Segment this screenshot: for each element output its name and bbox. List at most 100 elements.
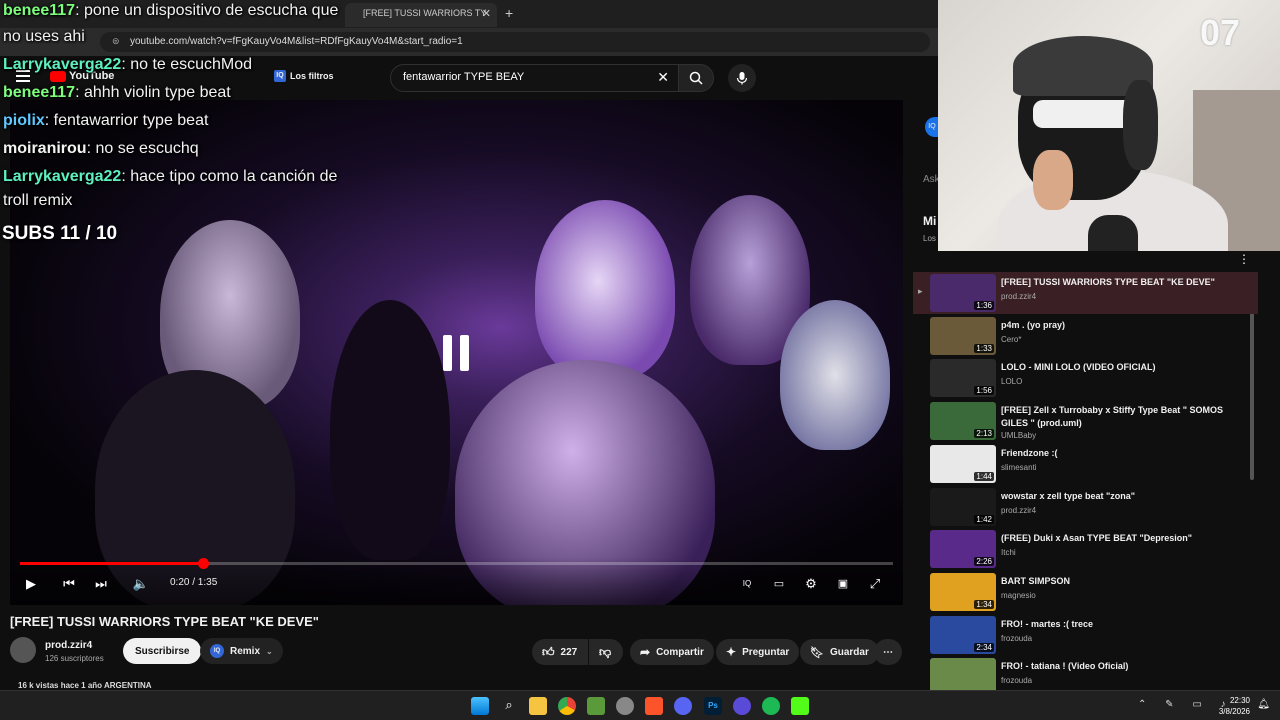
- playlist-thumbnail[interactable]: 1:42: [930, 487, 996, 526]
- playlist-item[interactable]: 2:13 [FREE] Zell x Turrobaby x Stiffy Typ…: [913, 400, 1258, 442]
- webcam-hand: [1033, 150, 1073, 210]
- more-actions-button[interactable]: ⋯: [874, 639, 902, 665]
- progress-fill: [20, 562, 204, 565]
- photoshop-icon[interactable]: Ps: [704, 697, 722, 715]
- playlist-item[interactable]: 2:34 FRO! - martes :( trece frozouda: [913, 614, 1258, 656]
- pause-overlay-icon[interactable]: [441, 335, 471, 371]
- next-icon[interactable]: ⏭: [92, 575, 110, 593]
- playlist-item-title[interactable]: (FREE) Duki x Asan TYPE BEAT "Depresion": [1001, 532, 1241, 545]
- playlist-item[interactable]: 2:26 (FREE) Duki x Asan TYPE BEAT "Depres…: [913, 528, 1258, 570]
- spotify-icon[interactable]: [762, 697, 780, 715]
- playlist-panel: ▸ 1:36 [FREE] TUSSI WARRIORS TYPE BEAT "KE…: [913, 272, 1258, 692]
- subtitles-icon[interactable]: ▭: [770, 575, 788, 593]
- channel-name[interactable]: prod.zzir4: [45, 640, 92, 651]
- chess-app-icon[interactable]: [616, 697, 634, 715]
- subs-counter: SUBS 11 / 10: [2, 223, 118, 244]
- playlist-item-title[interactable]: wowstar x zell type beat "zona": [1001, 490, 1241, 503]
- playlist-item-channel: frozouda: [1001, 633, 1033, 643]
- kick-icon[interactable]: [791, 697, 809, 715]
- close-tab-icon[interactable]: ✕: [482, 7, 491, 20]
- miniplayer-icon[interactable]: ▣: [834, 575, 852, 593]
- playlist-item-title[interactable]: [FREE] Zell x Turrobaby x Stiffy Type Be…: [1001, 404, 1241, 430]
- playlist-thumbnail[interactable]: 1:34: [930, 572, 996, 611]
- playlist-item[interactable]: ▸ 1:36 [FREE] TUSSI WARRIORS TYPE BEAT "KE…: [913, 272, 1258, 314]
- iq-badge-icon: IQ: [210, 644, 224, 658]
- chat-text: troll remix: [3, 192, 73, 209]
- chat-username: benee117: [3, 2, 76, 19]
- remix-button[interactable]: IQ Remix ⌄: [200, 638, 283, 664]
- fullscreen-icon[interactable]: ⤢: [866, 575, 884, 593]
- thumbs-up-icon: 👍︎: [542, 644, 555, 659]
- duration-badge: 1:42: [974, 514, 994, 524]
- file-explorer-icon[interactable]: [529, 697, 547, 715]
- filters-button[interactable]: IQ Los filtros: [274, 70, 334, 82]
- playlist-thumbnail[interactable]: [930, 658, 996, 692]
- save-button[interactable]: 🔖︎ Guardar: [800, 639, 879, 665]
- playlist-item[interactable]: FRO! - tatiana ! (Video Oficial) frozouda: [913, 656, 1258, 692]
- chat-text: no uses ahi: [3, 28, 85, 45]
- playlist-thumbnail[interactable]: 2:34: [930, 615, 996, 654]
- discord-icon[interactable]: [674, 697, 692, 715]
- playlist-item-title[interactable]: LOLO - MINI LOLO (VIDEO OFICIAL): [1001, 361, 1241, 374]
- ask-button[interactable]: ✦ Preguntar: [716, 639, 800, 665]
- site-info-icon[interactable]: ⊜: [112, 36, 120, 47]
- channel-avatar[interactable]: [10, 637, 36, 663]
- playlist-item-title[interactable]: FRO! - martes :( trece: [1001, 618, 1241, 631]
- playlist-item[interactable]: 1:33 p4m . (yo pray) Cero*: [913, 315, 1258, 357]
- chat-username: piolix: [3, 112, 45, 129]
- iq-side-icon[interactable]: IQ: [925, 117, 939, 137]
- browser-tab-active[interactable]: [FREE] TUSSI WARRIORS TY ✕: [345, 3, 497, 27]
- progress-scrubber[interactable]: [198, 558, 210, 569]
- duration-badge: 2:34: [974, 642, 994, 652]
- settings-icon[interactable]: ⚙: [802, 575, 820, 593]
- brave-icon[interactable]: [645, 697, 663, 715]
- voice-search-button[interactable]: [728, 64, 756, 92]
- playlist-item-title[interactable]: Friendzone :(: [1001, 447, 1241, 460]
- subscribe-button[interactable]: Suscribirse: [123, 638, 202, 664]
- search-input[interactable]: fentawarrior TYPE BEAY ✕: [390, 64, 680, 92]
- notification-icon[interactable]: 🔔︎: [1257, 699, 1270, 710]
- clear-search-icon[interactable]: ✕: [657, 69, 669, 86]
- share-button[interactable]: ➦ Compartir: [630, 639, 714, 665]
- playlist-options-icon[interactable]: ⋮: [1238, 252, 1250, 266]
- playlist-thumbnail[interactable]: 1:36: [930, 274, 996, 312]
- system-clock[interactable]: 22:30 3/8/2026: [1219, 695, 1250, 717]
- chat-message: no uses ahi: [3, 28, 85, 46]
- playlist-item-title[interactable]: p4m . (yo pray): [1001, 319, 1241, 332]
- playlist-item[interactable]: 1:42 wowstar x zell type beat "zona" prod.…: [913, 486, 1258, 528]
- chrome-icon[interactable]: [558, 697, 576, 715]
- playlist-thumbnail[interactable]: 1:44: [930, 444, 996, 483]
- duration-badge: 1:34: [974, 599, 994, 609]
- chevron-down-icon: ⌄: [266, 646, 273, 656]
- new-tab-icon[interactable]: +: [505, 5, 513, 21]
- subscriber-count: 126 suscriptores: [45, 654, 104, 663]
- playlist-item-title[interactable]: [FREE] TUSSI WARRIORS TYPE BEAT "KE DEVE…: [1001, 276, 1241, 289]
- url-field[interactable]: ⊜ youtube.com/watch?v=fFgKauyVo4M&list=R…: [100, 32, 930, 52]
- playlist-thumbnail[interactable]: 2:26: [930, 530, 996, 569]
- chat-text: : hace tipo como la canción de: [121, 168, 338, 185]
- like-button[interactable]: 👍︎ 227: [532, 639, 588, 665]
- playlist-item[interactable]: 1:56 LOLO - MINI LOLO (VIDEO OFICIAL) LOLO: [913, 357, 1258, 399]
- playlist-item-title[interactable]: FRO! - tatiana ! (Video Oficial): [1001, 660, 1241, 673]
- search-button[interactable]: [678, 64, 714, 92]
- iq-extension-icon[interactable]: IQ: [738, 575, 756, 593]
- playlist-thumbnail[interactable]: 1:33: [930, 316, 996, 355]
- browser-address-bar: ⊜ youtube.com/watch?v=fFgKauyVo4M&list=R…: [0, 28, 940, 56]
- mix-sub-fragment: Los: [923, 234, 936, 243]
- playlist-item[interactable]: 1:44 Friendzone :(slimesanti: [913, 443, 1258, 485]
- dislike-button[interactable]: 👎︎: [589, 639, 623, 665]
- playlist-thumbnail[interactable]: 2:13: [930, 402, 996, 441]
- time-display: 0:20 / 1:35: [170, 577, 218, 588]
- play-button[interactable]: ▶: [22, 575, 40, 593]
- volume-icon[interactable]: 🔈: [132, 575, 150, 593]
- vpn-icon[interactable]: [733, 697, 751, 715]
- progress-bar[interactable]: [20, 558, 893, 569]
- previous-icon[interactable]: ⏮: [60, 575, 78, 593]
- start-icon[interactable]: [471, 697, 489, 715]
- playlist-item-title[interactable]: BART SIMPSON: [1001, 575, 1241, 588]
- chat-message: piolix: fentawarrior type beat: [3, 112, 208, 130]
- playlist-item[interactable]: 1:34 BART SIMPSON magnesio: [913, 571, 1258, 613]
- minecraft-icon[interactable]: [587, 697, 605, 715]
- playlist-thumbnail[interactable]: 1:56: [930, 359, 996, 398]
- search-icon[interactable]: ⌕: [500, 697, 518, 715]
